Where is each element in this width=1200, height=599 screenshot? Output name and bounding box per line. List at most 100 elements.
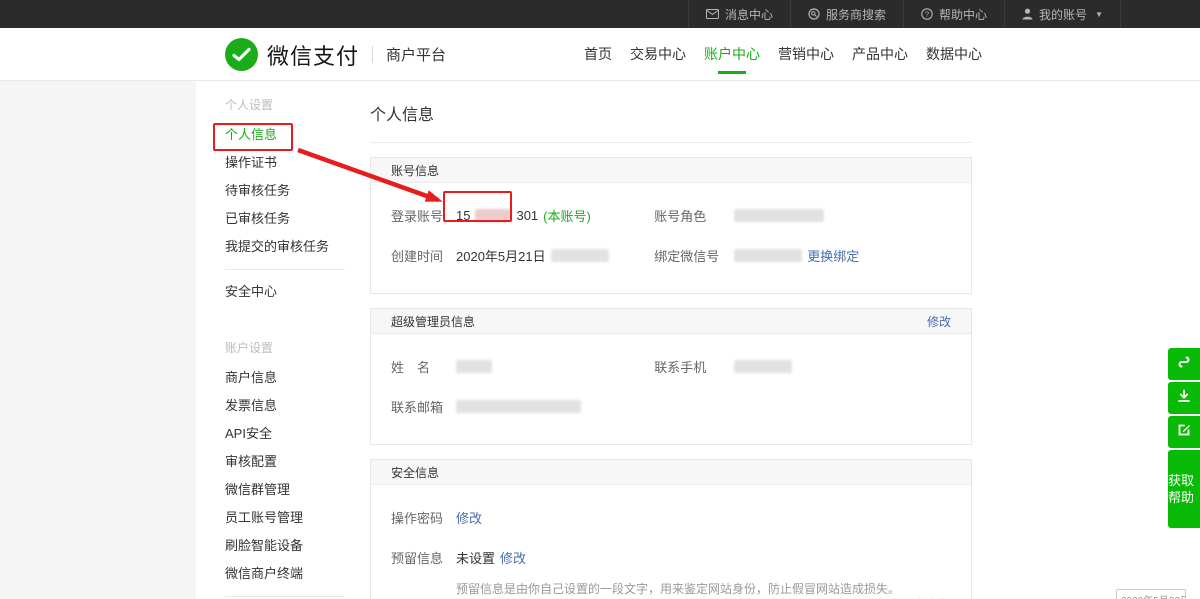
topbar-items: 消息中心 服务商搜索 ? 帮助中心 我的账号 ▼ [688, 0, 1121, 28]
sidebar-item-operation-certificate[interactable]: 操作证书 [225, 149, 356, 177]
operation-password-label: 操作密码 [391, 508, 456, 527]
sidebar-divider [225, 596, 345, 597]
nav-product-center[interactable]: 产品中心 [852, 28, 908, 81]
user-icon [1022, 8, 1033, 20]
super-admin-card-body: 姓 名 联系手机 联系邮箱 [371, 334, 971, 444]
bound-wechat-label: 绑定微信号 [654, 246, 734, 265]
security-info-card-header: 安全信息 [371, 460, 971, 485]
sidebar-item-review-config[interactable]: 审核配置 [225, 448, 356, 476]
sidebar-group-account-settings: 账户设置 [225, 338, 356, 358]
reserved-info-label: 预留信息 [391, 548, 456, 567]
floating-help-bar: 获取帮助 [1168, 348, 1200, 528]
password-edit-link[interactable]: 修改 [456, 508, 482, 527]
mail-icon [706, 9, 719, 19]
super-admin-card-header: 超级管理员信息 修改 [371, 309, 971, 334]
topbar-provider-search[interactable]: 服务商搜索 [790, 0, 903, 28]
primary-nav: 首页 交易中心 账户中心 营销中心 产品中心 数据中心 [584, 28, 982, 81]
account-role-label: 账号角色 [654, 206, 734, 225]
caret-down-icon: ▼ [1095, 10, 1103, 19]
current-account-tag: (本账号) [543, 206, 591, 225]
sidebar-item-my-submitted-tasks[interactable]: 我提交的审核任务 [225, 233, 356, 261]
download-icon [1176, 388, 1192, 409]
date-tooltip: 2020年5月22日 [1116, 589, 1186, 599]
topbar-item-label: 帮助中心 [939, 6, 987, 23]
topbar-help-center[interactable]: ? 帮助中心 [903, 0, 1004, 28]
nav-transaction-center[interactable]: 交易中心 [630, 28, 686, 81]
topbar-item-label: 消息中心 [725, 6, 773, 23]
admin-name-value [456, 360, 492, 373]
admin-name-redacted [456, 360, 492, 373]
platform-name: 商户平台 [386, 44, 446, 65]
bound-wechat-redacted [734, 249, 802, 262]
login-account-prefix: 15 [456, 208, 470, 223]
card-title: 账号信息 [391, 162, 439, 179]
sidebar-item-personal-info[interactable]: 个人信息 [225, 121, 356, 149]
sidebar-group-personal-settings: 个人设置 [225, 95, 356, 115]
sidebar-item-staff-account-management[interactable]: 员工账号管理 [225, 504, 356, 532]
admin-phone-redacted [734, 360, 792, 373]
account-info-card: 账号信息 登录账号 15 301 (本账号) 账号角色 [370, 157, 972, 294]
admin-name-label: 姓 名 [391, 357, 456, 376]
sidebar-item-merchant-info[interactable]: 商户信息 [225, 364, 356, 392]
sidebar-item-security-center[interactable]: 安全中心 [225, 278, 356, 306]
reserved-info-status: 未设置 [456, 548, 495, 567]
card-title: 超级管理员信息 [391, 313, 475, 330]
sidebar-item-wechat-group-management[interactable]: 微信群管理 [225, 476, 356, 504]
left-gutter [0, 81, 196, 599]
brand-area[interactable]: 微信支付 商户平台 [225, 28, 446, 81]
created-date: 2020年5月21日 [456, 246, 546, 265]
created-time-redacted [551, 249, 609, 262]
nav-data-center[interactable]: 数据中心 [926, 28, 982, 81]
topbar-item-label: 我的账号 [1039, 6, 1087, 23]
sidebar-item-wechat-merchant-terminal[interactable]: 微信商户终端 [225, 560, 356, 588]
login-account-redacted [475, 209, 511, 222]
reserved-info-description: 预留信息是由你自己设置的一段文字，用来鉴定网站身份，防止假冒网站造成损失。 配置… [456, 581, 951, 599]
login-account-suffix: 301 [516, 208, 538, 223]
card-title: 安全信息 [391, 464, 439, 481]
sidebar-item-reviewed-tasks[interactable]: 已审核任务 [225, 205, 356, 233]
admin-email-redacted [456, 400, 581, 413]
security-info-card-body: 操作密码 修改 预留信息 未设置 修改 预留信息是由你自己设置的一段文字，用来鉴… [371, 485, 971, 599]
description-line: 预留信息是由你自己设置的一段文字，用来鉴定网站身份，防止假冒网站造成损失。 [456, 581, 951, 597]
account-info-card-header: 账号信息 [371, 158, 971, 183]
main-content: 个人信息 账号信息 登录账号 15 301 (本账号) 账号角色 [370, 81, 972, 599]
admin-phone-label: 联系手机 [654, 357, 734, 376]
sidebar-item-pending-review-tasks[interactable]: 待审核任务 [225, 177, 356, 205]
sidebar-divider [225, 269, 345, 270]
page-title: 个人信息 [370, 81, 972, 143]
get-help-button[interactable]: 获取帮助 [1168, 450, 1200, 528]
super-admin-card: 超级管理员信息 修改 姓 名 联系手机 联系邮箱 [370, 308, 972, 445]
hotline-link-button[interactable] [1168, 348, 1200, 380]
rebind-link[interactable]: 更换绑定 [807, 246, 859, 265]
wechat-pay-merchant-portal: 消息中心 服务商搜索 ? 帮助中心 我的账号 ▼ [0, 0, 1200, 599]
bound-wechat-value: 更换绑定 [734, 246, 859, 265]
account-role-redacted [734, 209, 824, 222]
account-role-value [734, 209, 824, 222]
sidebar-item-invoice-info[interactable]: 发票信息 [225, 392, 356, 420]
topbar: 消息中心 服务商搜索 ? 帮助中心 我的账号 ▼ [0, 0, 1200, 28]
brand-name: 微信支付 [267, 39, 359, 71]
feedback-button[interactable] [1168, 416, 1200, 448]
nav-home[interactable]: 首页 [584, 28, 612, 81]
login-account-value: 15 301 (本账号) [456, 206, 591, 225]
sidebar: 个人设置 个人信息 操作证书 待审核任务 已审核任务 我提交的审核任务 安全中心… [196, 81, 356, 599]
account-info-card-body: 登录账号 15301 (本账号) 账号角色 创建时间 [371, 183, 971, 293]
sidebar-item-face-smart-device[interactable]: 刷脸智能设备 [225, 532, 356, 560]
login-account-label: 登录账号 [391, 206, 456, 225]
svg-text:?: ? [925, 10, 929, 19]
topbar-item-label: 服务商搜索 [826, 6, 886, 23]
wechat-pay-logo-icon [225, 38, 258, 71]
admin-edit-link[interactable]: 修改 [927, 313, 951, 330]
search-icon [808, 8, 820, 20]
topbar-message-center[interactable]: 消息中心 [688, 0, 790, 28]
nav-marketing-center[interactable]: 营销中心 [778, 28, 834, 81]
download-button[interactable] [1168, 382, 1200, 414]
reserved-edit-link[interactable]: 修改 [500, 548, 526, 567]
sidebar-item-api-security[interactable]: API安全 [225, 420, 356, 448]
admin-email-value [456, 400, 581, 413]
brand-divider [372, 46, 373, 63]
topbar-my-account[interactable]: 我的账号 ▼ [1004, 0, 1121, 28]
nav-account-center[interactable]: 账户中心 [704, 28, 760, 81]
question-icon: ? [921, 8, 933, 20]
admin-phone-value [734, 360, 792, 373]
